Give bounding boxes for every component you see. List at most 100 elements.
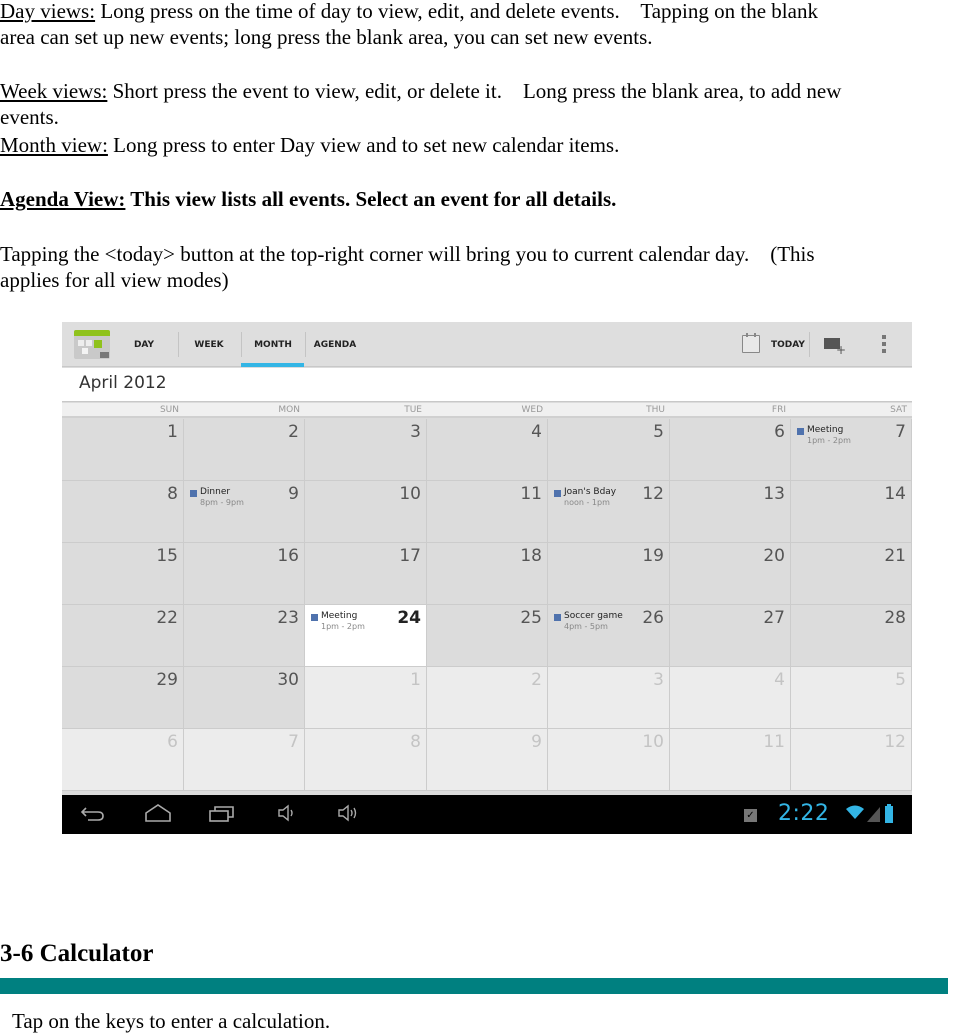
day-cell[interactable]: 10 xyxy=(305,481,427,543)
day-cell[interactable]: 9 Dinner 8pm - 9pm xyxy=(184,481,305,543)
day-number: 29 xyxy=(156,670,178,690)
tab-divider xyxy=(241,332,242,357)
day-cell[interactable]: 1 xyxy=(305,667,427,729)
week-views-text-1: Short press the event to view, edit, or … xyxy=(107,79,842,103)
section-divider-bar xyxy=(0,978,948,994)
day-cell[interactable]: 19 xyxy=(548,543,670,605)
day-number: 11 xyxy=(520,484,542,504)
day-number: 8 xyxy=(167,484,178,504)
day-cell[interactable]: 2 xyxy=(184,419,305,481)
day-number: 17 xyxy=(399,546,421,566)
section-title: 3-6 Calculator xyxy=(0,940,154,967)
day-cell[interactable]: 6 xyxy=(670,419,791,481)
day-number: 6 xyxy=(167,732,178,752)
volume-down-icon[interactable] xyxy=(276,803,298,829)
day-cell[interactable]: 4 xyxy=(427,419,548,481)
day-cell[interactable]: 5 xyxy=(791,667,912,729)
calendar-app-icon[interactable] xyxy=(74,330,110,359)
month-title: April 2012 xyxy=(79,373,167,393)
day-cell-today[interactable]: 24 Meeting 1pm - 2pm xyxy=(305,605,427,667)
today-note-paragraph: Tapping the <today> button at the top-ri… xyxy=(0,241,973,293)
agenda-view-label: Agenda View: xyxy=(0,187,126,211)
tab-day[interactable]: DAY xyxy=(122,322,166,367)
event-color-swatch xyxy=(190,490,197,497)
event-color-swatch xyxy=(797,428,804,435)
weekday-label: THU xyxy=(646,405,665,415)
day-cell[interactable]: 14 xyxy=(791,481,912,543)
tab-agenda[interactable]: AGENDA xyxy=(309,322,361,367)
today-button[interactable]: TODAY xyxy=(771,322,805,367)
day-cell[interactable]: 15 xyxy=(62,543,184,605)
day-number: 2 xyxy=(288,422,299,442)
day-cell[interactable]: 11 xyxy=(670,729,791,791)
day-number: 3 xyxy=(410,422,421,442)
event-time: 1pm - 2pm xyxy=(321,622,365,631)
tab-week[interactable]: WEEK xyxy=(184,322,234,367)
event-title: Meeting xyxy=(321,611,358,621)
day-cell[interactable]: 3 xyxy=(548,667,670,729)
event-title: Dinner xyxy=(200,487,231,497)
day-cell[interactable]: 6 xyxy=(62,729,184,791)
action-bar: DAY WEEK MONTH AGENDA TODAY + xyxy=(62,322,912,367)
day-cell[interactable]: 11 xyxy=(427,481,548,543)
day-cell[interactable]: 27 xyxy=(670,605,791,667)
day-cell[interactable]: 28 xyxy=(791,605,912,667)
day-number: 2 xyxy=(531,670,542,690)
day-cell[interactable]: 4 xyxy=(670,667,791,729)
day-cell[interactable]: 10 xyxy=(548,729,670,791)
today-note-text-2: applies for all view modes) xyxy=(0,268,229,292)
month-grid: 1 2 3 4 5 6 7 Meeting 1pm - 2pm 8 9 Dinner 8pm - 9pm… xyxy=(62,419,912,795)
day-number: 23 xyxy=(277,608,299,628)
home-icon[interactable] xyxy=(144,803,172,829)
day-number: 18 xyxy=(520,546,542,566)
day-cell[interactable]: 16 xyxy=(184,543,305,605)
recent-apps-icon[interactable] xyxy=(208,803,236,829)
day-number: 4 xyxy=(774,670,785,690)
day-cell[interactable]: 7 xyxy=(184,729,305,791)
battery-icon xyxy=(885,804,893,823)
back-icon[interactable] xyxy=(80,803,106,829)
weekday-label: FRI xyxy=(771,405,786,415)
day-cell[interactable]: 13 xyxy=(670,481,791,543)
day-number: 7 xyxy=(895,422,906,442)
month-view-text: Long press to enter Day view and to set … xyxy=(107,133,620,157)
day-cell[interactable]: 18 xyxy=(427,543,548,605)
day-cell[interactable]: 26 Soccer game 4pm - 5pm xyxy=(548,605,670,667)
day-cell[interactable]: 25 xyxy=(427,605,548,667)
tab-month[interactable]: MONTH xyxy=(245,322,301,367)
day-cell[interactable]: 30 xyxy=(184,667,305,729)
day-cell[interactable]: 21 xyxy=(791,543,912,605)
weekday-label: TUE xyxy=(404,405,422,415)
overflow-menu-icon[interactable] xyxy=(882,335,887,355)
day-cell[interactable]: 5 xyxy=(548,419,670,481)
day-cell[interactable]: 7 Meeting 1pm - 2pm xyxy=(791,419,912,481)
day-cell[interactable]: 12 xyxy=(791,729,912,791)
today-note-text-1: Tapping the <today> button at the top-ri… xyxy=(0,242,815,266)
calendar-screenshot: DAY WEEK MONTH AGENDA TODAY + April 2012… xyxy=(62,322,912,834)
day-cell[interactable]: 9 xyxy=(427,729,548,791)
day-number: 7 xyxy=(288,732,299,752)
day-number: 3 xyxy=(653,670,664,690)
day-cell[interactable]: 17 xyxy=(305,543,427,605)
day-cell[interactable]: 8 xyxy=(62,481,184,543)
day-cell[interactable]: 12 Joan's Bday noon - 1pm xyxy=(548,481,670,543)
day-cell[interactable]: 20 xyxy=(670,543,791,605)
day-cell[interactable]: 29 xyxy=(62,667,184,729)
day-number: 22 xyxy=(156,608,178,628)
day-cell[interactable]: 8 xyxy=(305,729,427,791)
today-calendar-icon[interactable] xyxy=(742,333,760,353)
day-cell[interactable]: 2 xyxy=(427,667,548,729)
event-time: noon - 1pm xyxy=(564,498,610,507)
weekday-label: SUN xyxy=(159,405,179,415)
day-cell[interactable]: 22 xyxy=(62,605,184,667)
store-icon: ✓ xyxy=(744,809,757,822)
active-tab-indicator xyxy=(241,363,304,367)
day-number: 30 xyxy=(277,670,299,690)
day-number: 12 xyxy=(884,732,906,752)
day-cell[interactable]: 3 xyxy=(305,419,427,481)
day-cell[interactable]: 1 xyxy=(62,419,184,481)
volume-up-icon[interactable] xyxy=(336,803,362,829)
day-number: 16 xyxy=(277,546,299,566)
day-number: 6 xyxy=(774,422,785,442)
day-cell[interactable]: 23 xyxy=(184,605,305,667)
